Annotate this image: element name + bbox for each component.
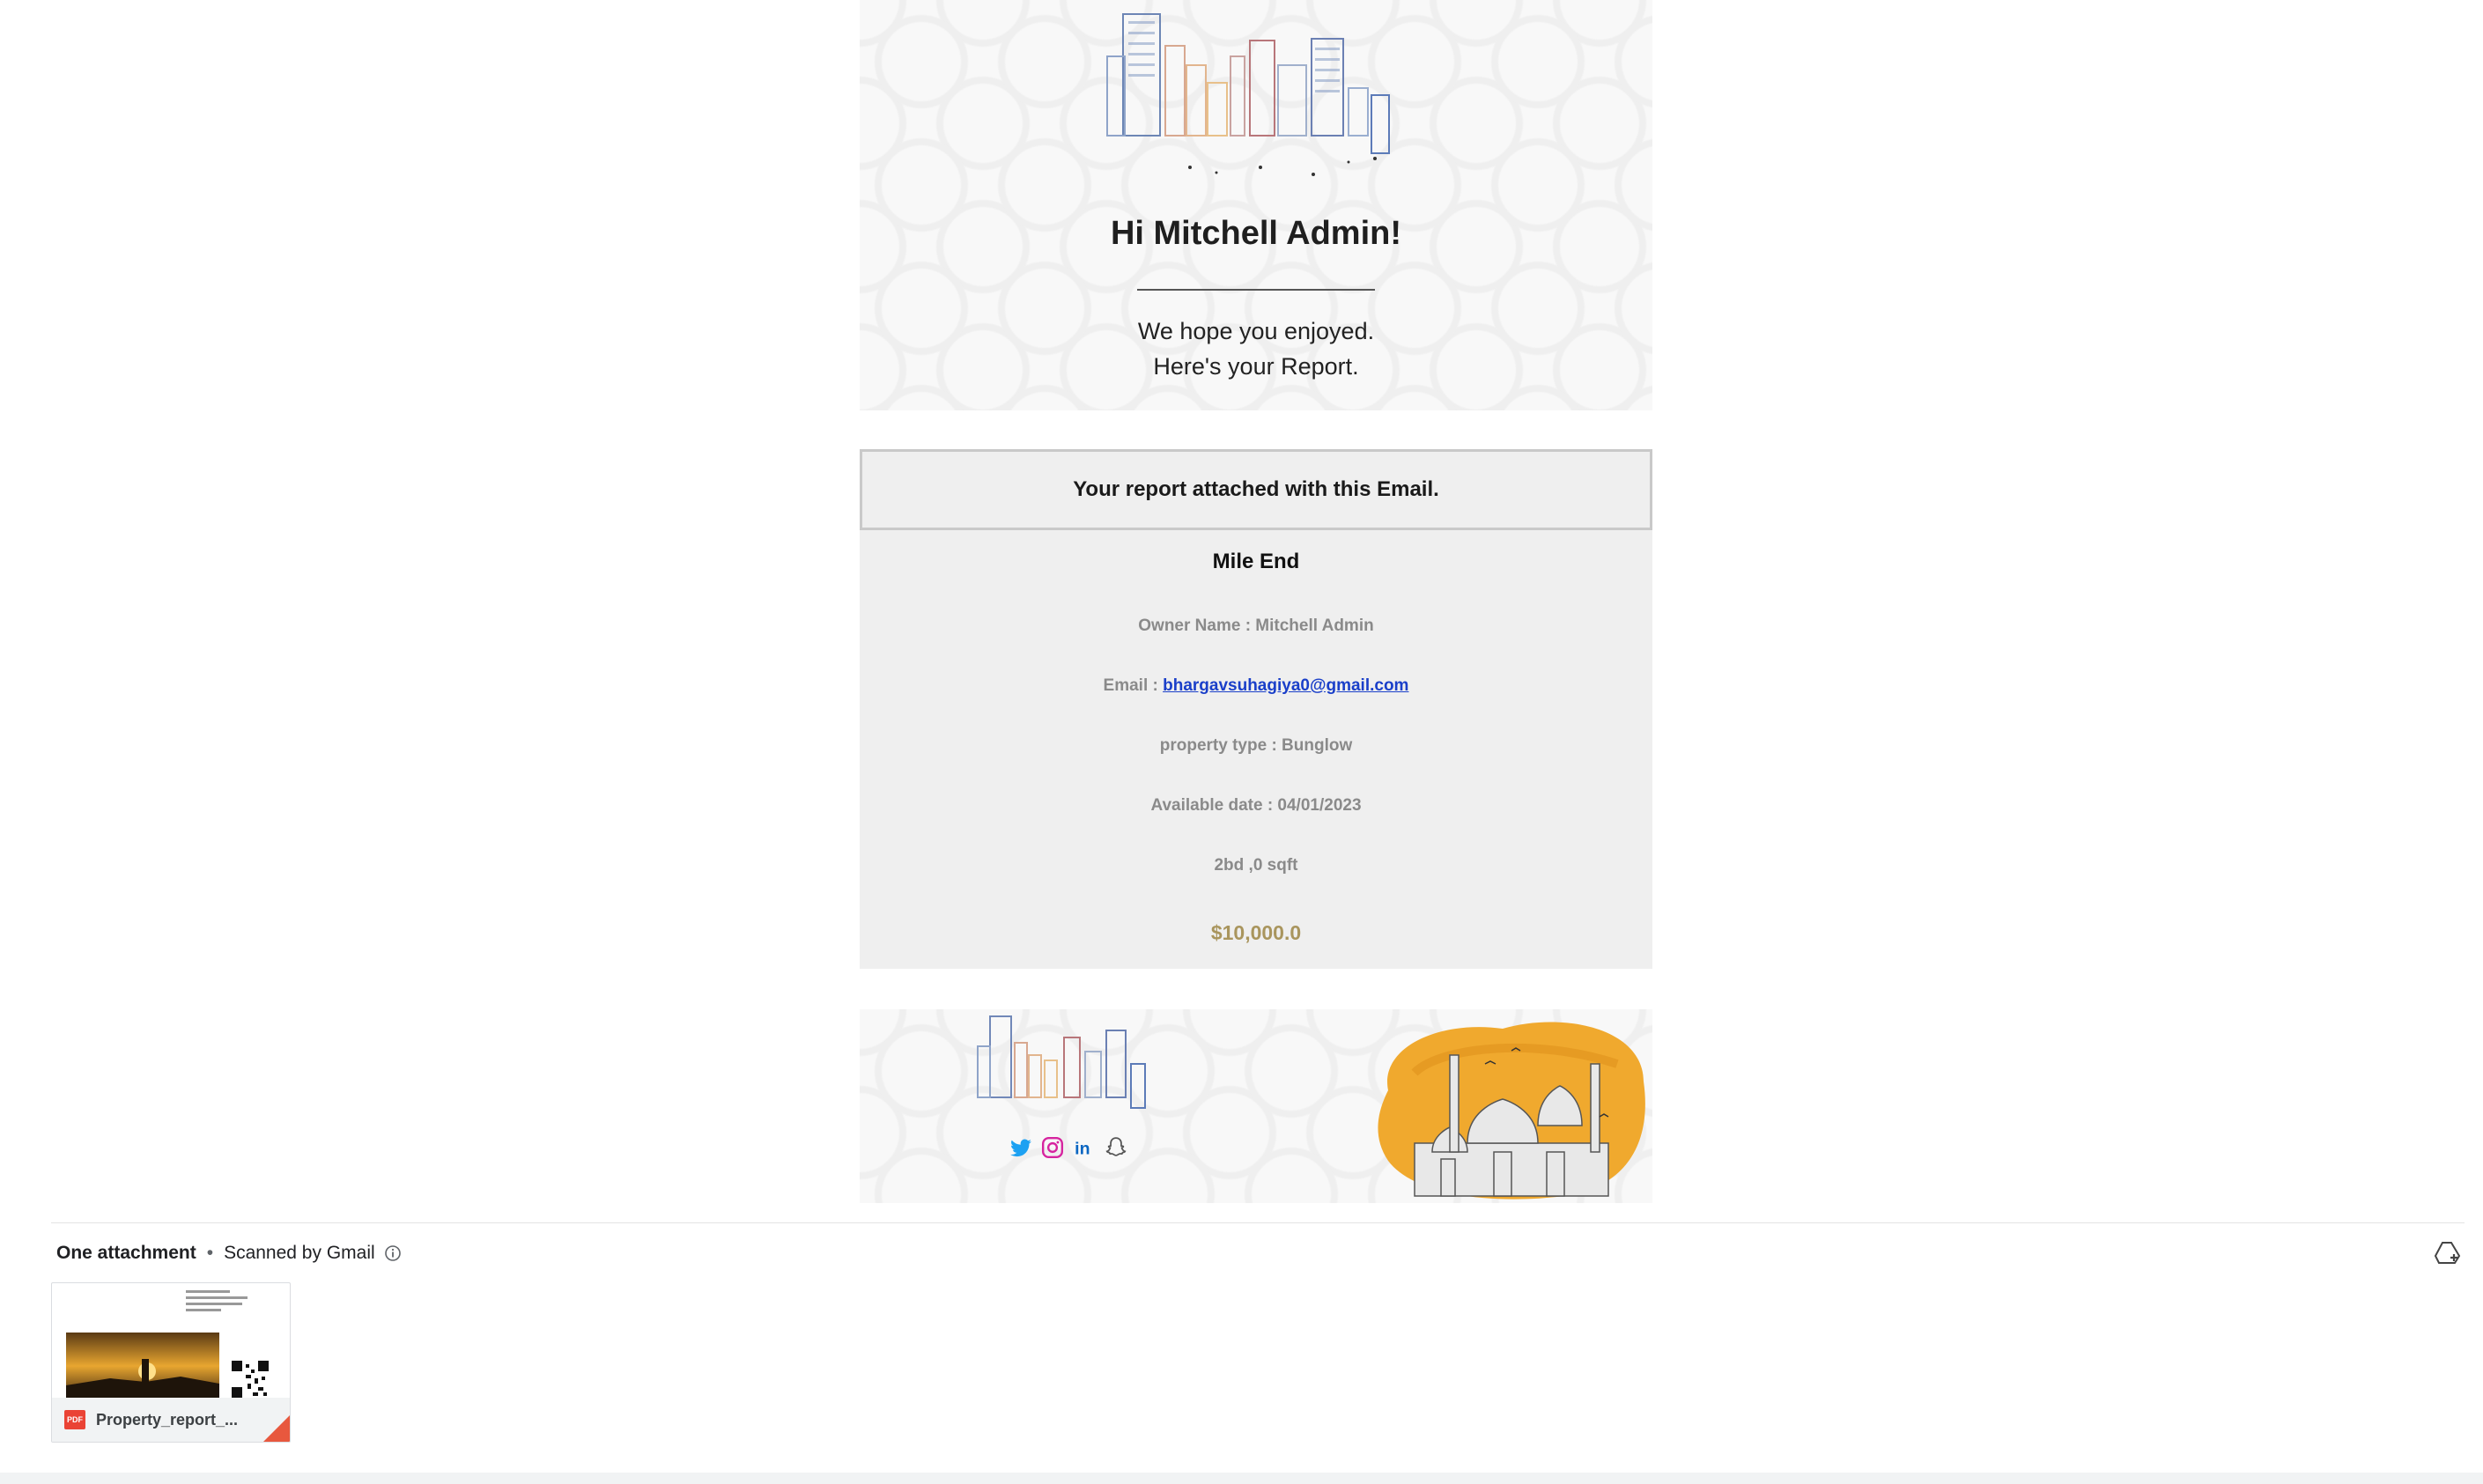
greeting-heading: Hi Mitchell Admin! [1110,215,1402,252]
social-links: in [1009,1133,1127,1163]
scanned-label: Scanned by Gmail [224,1243,375,1263]
attachment-tile[interactable]: PDF Property_report_... [51,1282,291,1443]
qr-code [232,1361,269,1398]
property-details: Mile End Owner Name : Mitchell Admin Ema… [860,530,1652,969]
email-footer: in [860,1009,1652,1203]
bottom-bar [0,1473,2483,1484]
attachment-filename: Property_report_... [96,1410,239,1429]
report-notice: Your report attached with this Email. [860,449,1652,530]
city-skyline-logo [1106,13,1390,176]
attachments-header: One attachment • Scanned by Gmail [56,1240,402,1266]
twitter-icon[interactable] [1009,1136,1032,1159]
available-date: Available date : 04/01/2023 [1150,796,1362,815]
pdf-icon: PDF [64,1410,85,1429]
email-label: Email : [1103,676,1164,695]
svg-text:in: in [1075,1140,1090,1159]
pdf-preview-text [186,1290,248,1315]
email-link[interactable]: bhargavsuhagiya0@gmail.com [1163,676,1408,695]
divider [1137,289,1375,291]
property-size: 2bd ,0 sqft [1214,856,1298,875]
message-line: We hope you enjoyed. [1137,318,1375,344]
intro-message: We hope you enjoyed. Here's your Report. [860,314,1652,384]
city-skyline-logo-small [977,1015,1146,1109]
property-price: $10,000.0 [1210,921,1302,944]
info-icon[interactable] [384,1244,402,1262]
add-to-drive-icon[interactable] [2435,1240,2461,1265]
email-row: Email : bhargavsuhagiya0@gmail.com [860,676,1652,696]
hero-banner: Hi Mitchell Admin! We hope you enjoyed. … [860,0,1652,410]
fold-corner-icon [263,1415,290,1442]
attachment-name-bar: PDF Property_report_... [52,1398,290,1442]
instagram-icon[interactable] [1041,1136,1064,1159]
linkedin-icon[interactable]: in [1073,1136,1096,1159]
message-line: Here's your Report. [1153,353,1359,380]
attachment-count: One attachment [56,1243,196,1263]
snapchat-icon[interactable] [1105,1136,1127,1159]
property-type: property type : Bunglow [1159,736,1353,755]
pdf-preview-photo [66,1333,219,1399]
attachments-divider [51,1222,2465,1223]
separator-dot: • [206,1243,214,1263]
owner-name: Owner Name : Mitchell Admin [1138,616,1374,635]
mosque-illustration [1378,1022,1645,1200]
property-title: Mile End [1212,550,1300,573]
